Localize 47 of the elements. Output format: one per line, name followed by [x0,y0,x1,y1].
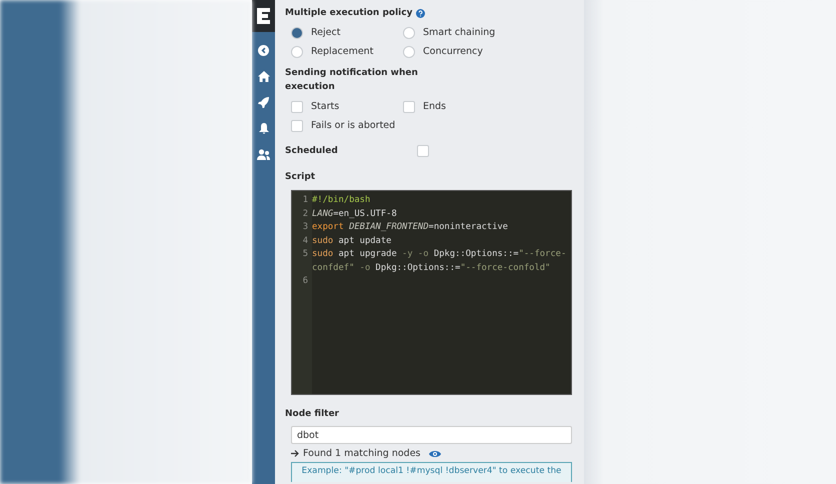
section-label: Multiple execution policy [285,7,412,20]
node-filter-field[interactable]: dbot [291,426,572,444]
line-number: 1 [302,194,309,207]
code-line: sudo apt update [312,234,392,248]
line-number: 6 [302,275,309,288]
line-number: 3 [302,221,309,234]
line-number: 5 [302,248,309,261]
radio-button[interactable] [291,26,303,38]
option-label: Fails or is aborted [311,120,396,131]
option-label: Replacement [311,46,374,57]
option-label: Reject [311,27,340,38]
line-number: 2 [302,208,309,220]
checkbox[interactable] [291,120,303,132]
sidebar-button[interactable] [256,94,272,110]
line-number: 4 [302,234,309,248]
radio-button[interactable] [403,26,415,38]
arrow-icon [291,450,299,457]
checkbox[interactable] [403,100,415,112]
back-icon [258,44,269,56]
code-line: sudo apt upgrade -y -o Dpkg::Options::="--force-confdef" -o Dpkg::Options::="--force-confold" [312,248,568,274]
section-label: Script [285,171,316,184]
eye-icon[interactable] [428,450,441,458]
section-label: Node filter [285,408,339,421]
sidebar-button[interactable] [256,42,272,58]
code-editor[interactable]: 1 #!/bin/bash 2 LANG=en_US.UTF-8 3 export DEBIAN_FRONTEND=noninteractive 4 sudo apt update 5 sudo apt upgrade -y -o Dpkg::Options::="--force-confdef" -o Dpkg::Options::="--force-confold" 6 [291,190,572,395]
sidebar-button[interactable] [256,68,272,84]
code-line: export DEBIAN_FRONTEND=noninteractive [312,221,509,234]
option-label: Concurrency [423,46,483,57]
section-label: Sending notification when execution [285,67,419,94]
option-label: Starts [311,101,340,112]
bell-icon [258,122,268,134]
rocket-icon [258,96,269,108]
option-label: Smart chaining [423,27,496,38]
radio-button[interactable] [291,46,303,58]
users-icon [257,148,270,160]
checkbox[interactable] [291,100,303,112]
home-icon [258,70,270,82]
option-label: Ends [423,101,446,112]
code-line: LANG=en_US.UTF-8 [312,208,398,220]
help-icon[interactable] [416,8,426,18]
checkbox[interactable] [417,145,429,157]
logo-icon [256,7,271,25]
example-hint: Example: "#prod local1 !#mysql !dbserver4" to execute the [291,462,572,482]
match-result: Found 1 matching nodes [303,448,421,459]
code-line: #!/bin/bash [312,194,372,207]
section-label: Scheduled [285,145,338,158]
radio-button[interactable] [403,46,415,58]
